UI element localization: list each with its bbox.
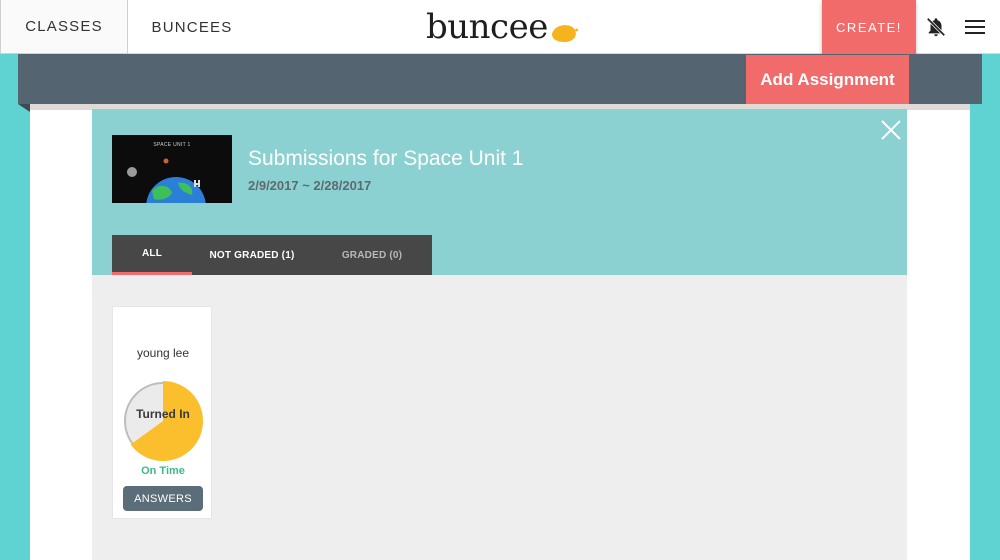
notifications-button[interactable]	[916, 0, 956, 54]
assignment-thumbnail: SPACE UNIT 1	[112, 135, 232, 203]
submission-card[interactable]: young lee Turned In On Time ANSWERS	[112, 306, 212, 519]
close-button[interactable]	[878, 117, 904, 143]
modal-title: Submissions for Space Unit 1	[248, 147, 524, 170]
submission-filter-tabs: ALL NOT GRADED (1) GRADED (0)	[112, 235, 432, 275]
student-name: young lee	[136, 346, 190, 360]
lemon-icon	[551, 25, 578, 42]
submissions-modal: SPACE UNIT 1 Submissions for Space Unit …	[92, 109, 907, 560]
top-nav: CLASSES BUNCEES buncee CREATE!	[0, 0, 1000, 54]
band-fold	[18, 104, 30, 112]
hamburger-menu-icon	[965, 20, 985, 34]
bell-muted-icon	[926, 17, 946, 37]
logo-text: buncee	[426, 7, 548, 47]
tab-all[interactable]: ALL	[112, 235, 192, 275]
answers-button[interactable]: ANSWERS	[123, 486, 203, 511]
add-assignment-button[interactable]: Add Assignment	[746, 55, 909, 105]
nav-tab-classes[interactable]: CLASSES	[0, 0, 128, 54]
nav-tab-buncees[interactable]: BUNCEES	[128, 0, 256, 54]
buncee-logo[interactable]: buncee	[426, 6, 579, 48]
on-time-label: On Time	[141, 465, 185, 477]
tab-graded[interactable]: GRADED (0)	[312, 235, 432, 275]
menu-button[interactable]	[955, 0, 995, 54]
create-button[interactable]: CREATE!	[822, 0, 916, 54]
assignment-dates: 2/9/2017 ~ 2/28/2017	[248, 178, 372, 193]
submission-status: Turned In	[136, 407, 190, 421]
modal-header: SPACE UNIT 1 Submissions for Space Unit …	[92, 109, 907, 275]
space-scene-image	[127, 158, 206, 203]
tab-not-graded[interactable]: NOT GRADED (1)	[192, 235, 312, 275]
close-icon	[881, 120, 901, 140]
